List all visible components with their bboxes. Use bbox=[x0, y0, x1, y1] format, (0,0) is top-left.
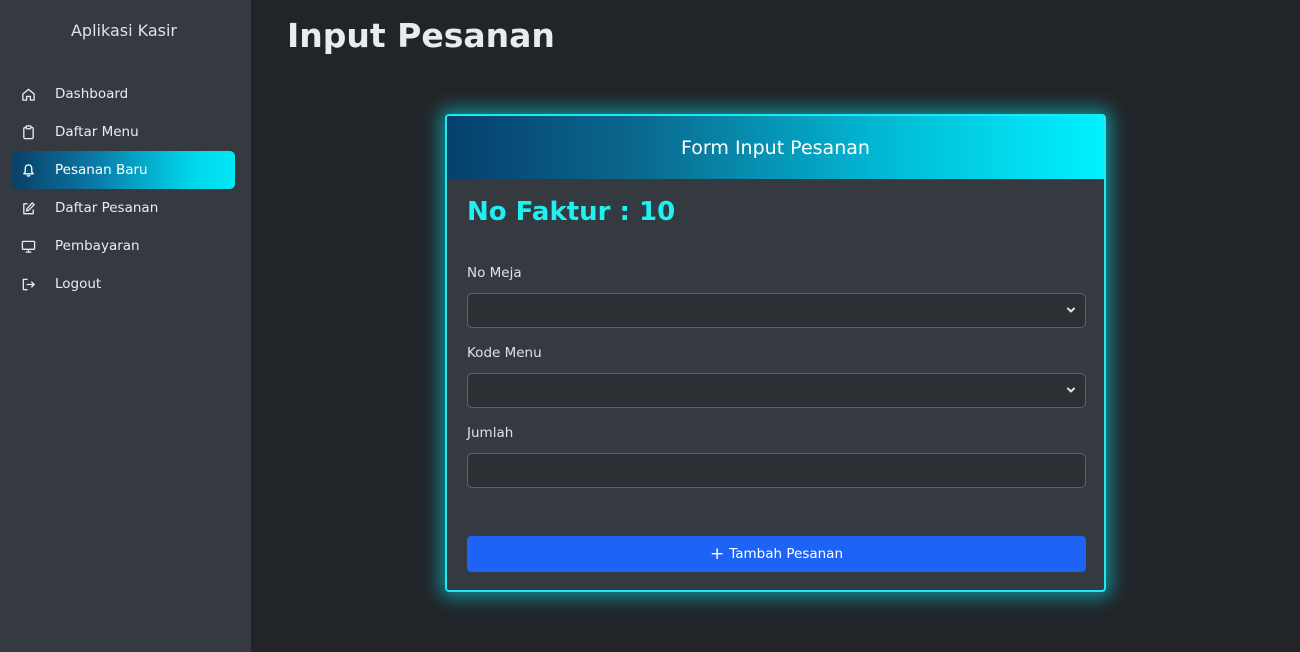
jumlah-label: Jumlah bbox=[467, 425, 514, 441]
kode-menu-label: Kode Menu bbox=[467, 345, 542, 361]
chevron-down-icon bbox=[1067, 387, 1075, 393]
display-icon bbox=[20, 238, 36, 254]
page-title: Input Pesanan bbox=[287, 16, 555, 55]
sidebar-item-label: Logout bbox=[55, 276, 102, 292]
no-meja-select[interactable] bbox=[467, 293, 1086, 328]
sidebar-item-label: Pesanan Baru bbox=[55, 162, 148, 178]
clipboard-icon bbox=[20, 124, 36, 140]
form-header: Form Input Pesanan bbox=[447, 116, 1104, 179]
tambah-pesanan-button[interactable]: + Tambah Pesanan bbox=[467, 536, 1086, 572]
no-meja-label: No Meja bbox=[467, 265, 522, 281]
chevron-down-icon bbox=[1067, 307, 1075, 313]
bell-icon bbox=[20, 162, 36, 178]
sidebar-item-daftar-pesanan[interactable]: Daftar Pesanan bbox=[12, 189, 235, 227]
sidebar-item-pesanan-baru[interactable]: Pesanan Baru bbox=[12, 151, 235, 189]
sidebar-item-logout[interactable]: Logout bbox=[12, 265, 235, 303]
pencil-square-icon bbox=[20, 200, 36, 216]
sidebar-item-pembayaran[interactable]: Pembayaran bbox=[12, 227, 235, 265]
sidebar-nav: Dashboard Daftar Menu Pesanan Baru Dafta… bbox=[12, 75, 235, 303]
sidebar-item-daftar-menu[interactable]: Daftar Menu bbox=[12, 113, 235, 151]
sidebar-item-label: Dashboard bbox=[55, 86, 129, 102]
house-icon bbox=[20, 86, 36, 102]
sidebar: Aplikasi Kasir Dashboard Daftar Menu Pes… bbox=[0, 0, 251, 652]
logout-icon bbox=[20, 276, 36, 292]
invoice-number: No Faktur : 10 bbox=[467, 197, 676, 227]
kode-menu-select[interactable] bbox=[467, 373, 1086, 408]
plus-icon: + bbox=[709, 543, 725, 564]
sidebar-item-label: Daftar Menu bbox=[55, 124, 139, 140]
tambah-pesanan-label: Tambah Pesanan bbox=[729, 546, 844, 562]
sidebar-item-label: Daftar Pesanan bbox=[55, 200, 159, 216]
jumlah-input[interactable] bbox=[467, 453, 1086, 488]
order-form-card: Form Input Pesanan No Faktur : 10 No Mej… bbox=[445, 114, 1106, 592]
sidebar-item-dashboard[interactable]: Dashboard bbox=[12, 75, 235, 113]
sidebar-item-label: Pembayaran bbox=[55, 238, 140, 254]
app-title: Aplikasi Kasir bbox=[70, 21, 178, 40]
